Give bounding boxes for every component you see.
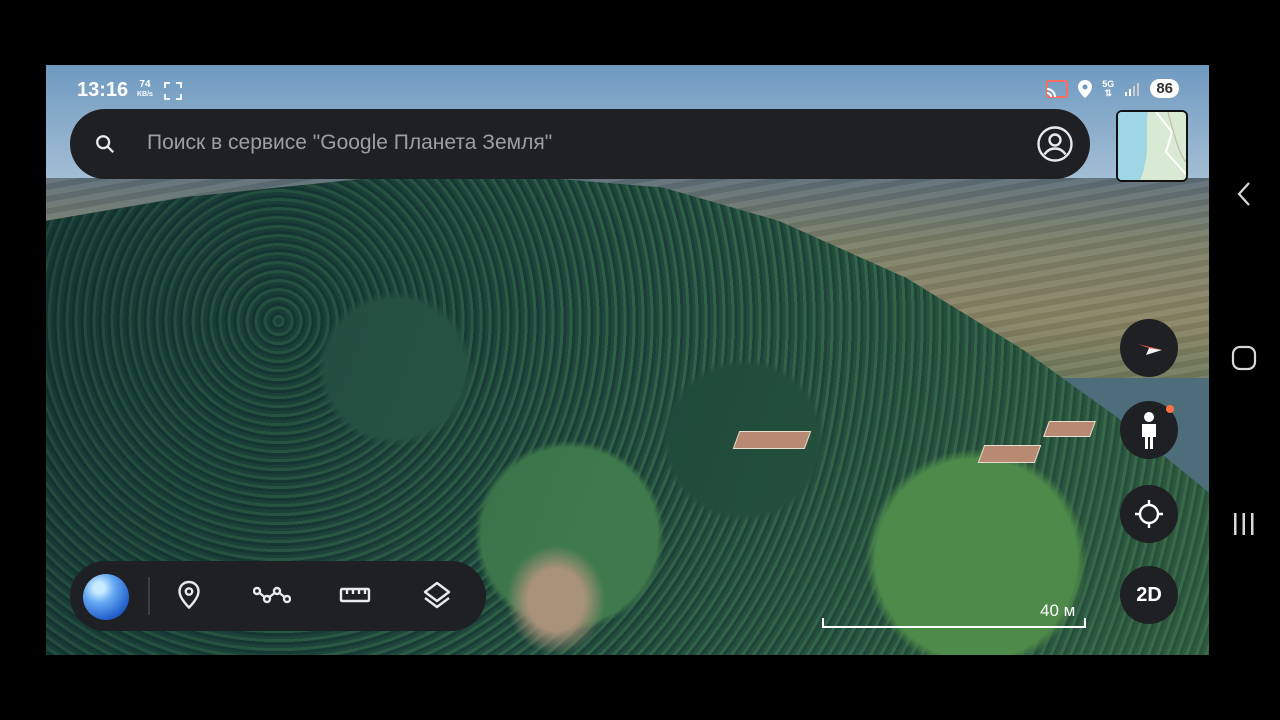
building xyxy=(977,445,1042,463)
compass-button[interactable] xyxy=(1120,319,1178,377)
clock: 13:16 xyxy=(77,79,129,101)
cast-icon xyxy=(1046,79,1069,98)
recents-icon xyxy=(1234,513,1254,535)
search-bar[interactable]: Поиск в сервисе "Google Планета Земля" xyxy=(70,109,1090,179)
view-mode-2d-button[interactable]: 2D xyxy=(1120,566,1178,624)
minimap-thumbnail[interactable] xyxy=(1116,110,1188,182)
layers-button[interactable] xyxy=(417,575,457,615)
path-icon xyxy=(253,586,291,604)
home-button[interactable] xyxy=(1218,332,1270,384)
place-pin-icon xyxy=(178,580,200,610)
street-view-button[interactable] xyxy=(1120,401,1178,459)
signal-icon xyxy=(1125,82,1140,96)
building xyxy=(732,431,812,449)
building xyxy=(1043,421,1096,437)
globe-icon[interactable] xyxy=(83,574,129,620)
measure-button[interactable] xyxy=(335,575,375,615)
recents-button[interactable] xyxy=(1218,498,1270,550)
my-location-icon xyxy=(1135,500,1163,528)
status-icons: 5G ⇅ 86 xyxy=(1046,79,1179,98)
data-arrows-icon: ⇅ xyxy=(1104,87,1113,98)
toolbar-divider xyxy=(148,577,150,615)
minimap-map xyxy=(1118,112,1186,180)
search-input[interactable]: Поиск в сервисе "Google Планета Земля" xyxy=(147,131,552,155)
bottom-toolbar xyxy=(70,561,486,631)
my-location-button[interactable] xyxy=(1120,485,1178,543)
draw-path-button[interactable] xyxy=(252,575,292,615)
map-scale-bar xyxy=(822,618,1086,628)
street-view-pegman-icon xyxy=(1142,412,1156,449)
view-mode-label: 2D xyxy=(1136,583,1162,606)
layers-icon xyxy=(423,581,451,609)
network-speed-unit: KB/s xyxy=(137,91,153,98)
app-screen: 13:16 74 KB/s 5G ⇅ 86 Поиск в сервисе "G… xyxy=(46,65,1209,655)
compass-icon xyxy=(1138,344,1162,355)
search-icon[interactable] xyxy=(94,133,116,155)
battery-level: 86 xyxy=(1150,79,1179,98)
ruler-icon xyxy=(339,587,371,603)
location-icon xyxy=(1078,79,1093,98)
account-icon[interactable] xyxy=(1036,125,1074,163)
back-icon xyxy=(1237,182,1250,206)
network-speed: 74 KB/s xyxy=(137,80,153,100)
network-type: 5G ⇅ xyxy=(1102,79,1114,98)
status-bar: 13:16 74 KB/s 5G ⇅ 86 xyxy=(46,65,1209,111)
home-icon xyxy=(1231,345,1257,371)
clearing xyxy=(506,545,606,655)
add-place-button[interactable] xyxy=(169,575,209,615)
network-speed-value: 74 xyxy=(139,79,151,90)
back-button[interactable] xyxy=(1218,168,1270,220)
fullscreen-icon xyxy=(164,82,182,100)
notification-dot xyxy=(1166,405,1174,413)
